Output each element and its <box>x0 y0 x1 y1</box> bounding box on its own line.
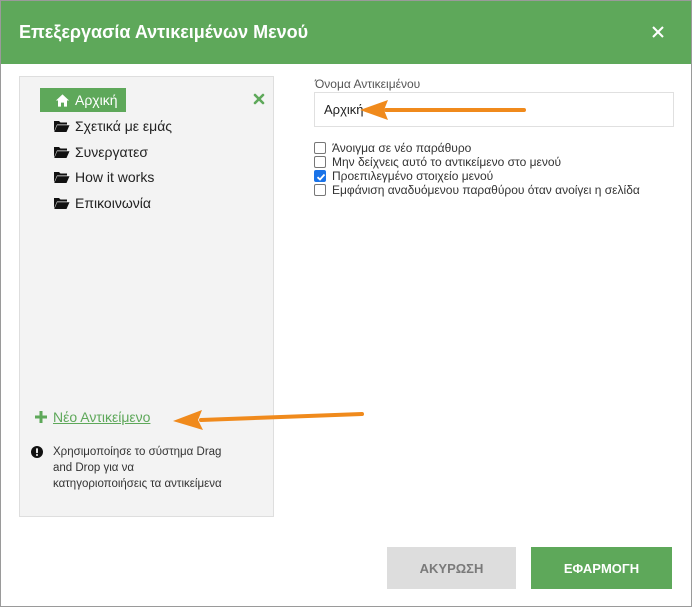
home-icon <box>55 93 70 107</box>
option-label: Προεπιλεγμένο στοιχείο μενού <box>332 169 494 183</box>
option-label: Μην δείχνεις αυτό το αντικείμενο στο μεν… <box>332 155 562 169</box>
checkbox[interactable] <box>314 142 326 154</box>
folder-open-icon <box>54 121 70 132</box>
drag-drop-hint: Χρησιμοποίησε το σύστημα Drag and Drop γ… <box>31 444 231 492</box>
tree-item-how-it-works[interactable]: How it works <box>53 166 154 188</box>
new-item-label: Νέο Αντικείμενο <box>53 409 151 425</box>
close-icon <box>652 26 664 38</box>
remove-icon[interactable] <box>253 93 265 105</box>
folder-open-icon <box>54 172 70 183</box>
option-default-item[interactable]: Προεπιλεγμένο στοιχείο μενού <box>314 169 640 183</box>
tree-item-label: Συνεργατεσ <box>75 144 149 160</box>
tree-item-partners[interactable]: Συνεργατεσ <box>53 141 148 163</box>
tree-item-about[interactable]: Σχετικά με εμάς <box>53 115 172 137</box>
tree-item-label: Σχετικά με εμάς <box>75 118 173 134</box>
dialog-title: Επεξεργασία Αντικειμένων Μενού <box>19 22 309 42</box>
tree-item-label: Επικοινωνία <box>75 195 151 211</box>
hint-text: Χρησιμοποίησε το σύστημα Drag and Drop γ… <box>53 446 222 490</box>
checkmark-icon <box>316 173 326 181</box>
close-button[interactable] <box>645 19 671 45</box>
plus-icon <box>35 411 47 423</box>
folder-open-icon <box>54 147 70 158</box>
new-item-link[interactable]: Νέο Αντικείμενο <box>35 409 150 425</box>
tree-item-contact[interactable]: Επικοινωνία <box>53 192 151 214</box>
checkbox[interactable] <box>314 156 326 168</box>
tree-item-label: How it works <box>75 169 155 185</box>
option-new-window[interactable]: Άνοιγμα σε νέο παράθυρο <box>314 141 640 155</box>
folder-open-icon <box>54 198 70 209</box>
checkbox-checked[interactable] <box>314 170 326 182</box>
apply-button[interactable]: ΕΦΑΡΜΟΓΗ <box>531 547 672 589</box>
options-group: Άνοιγμα σε νέο παράθυρο Μην δείχνεις αυτ… <box>314 141 640 197</box>
option-label: Εμφάνιση αναδυόμενου παραθύρου όταν ανοί… <box>332 183 640 197</box>
dialog-header: Επεξεργασία Αντικειμένων Μενού <box>1 1 691 64</box>
menu-tree-panel: Αρχική Σχετικά με εμάς Συνεργατεσ How it… <box>19 76 274 517</box>
item-name-label: Όνομα Αντικειμένου <box>315 77 421 91</box>
checkbox[interactable] <box>314 184 326 196</box>
item-name-input[interactable] <box>314 92 674 127</box>
option-hide-from-menu[interactable]: Μην δείχνεις αυτό το αντικείμενο στο μεν… <box>314 155 640 169</box>
exclamation-circle-icon <box>31 446 43 458</box>
edit-menu-items-dialog: Επεξεργασία Αντικειμένων Μενού Αρχική Σχ… <box>0 0 692 607</box>
option-show-popup[interactable]: Εμφάνιση αναδυόμενου παραθύρου όταν ανοί… <box>314 183 640 197</box>
cancel-button[interactable]: ΑΚΥΡΩΣΗ <box>387 547 516 589</box>
tree-item-home[interactable]: Αρχική <box>40 88 126 112</box>
tree-item-label: Αρχική <box>75 92 118 108</box>
option-label: Άνοιγμα σε νέο παράθυρο <box>332 141 472 155</box>
